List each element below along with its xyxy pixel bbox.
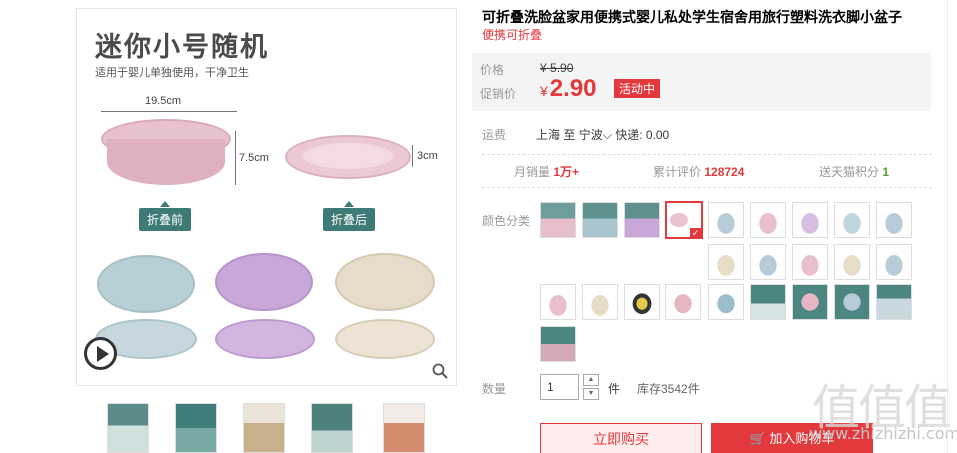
main-product-image[interactable]: 迷你小号随机 适用于婴儿单独使用，干净卫生 19.5cm 7.5cm 3cm 折…: [76, 8, 457, 386]
promo-price: ¥2.90: [540, 75, 597, 103]
cart-icon: 🛒: [749, 431, 766, 446]
purple-bowl-folded: [215, 319, 315, 359]
quantity-decrease-button[interactable]: ▼: [583, 388, 599, 400]
color-swatch[interactable]: [834, 244, 870, 280]
color-swatch[interactable]: [834, 284, 870, 320]
folded-dimension-label: 3cm: [417, 150, 438, 162]
color-swatch[interactable]: [624, 284, 660, 320]
color-swatch[interactable]: [708, 284, 744, 320]
color-swatch[interactable]: [792, 244, 828, 280]
promo-status-badge: 活动中: [614, 79, 661, 98]
stats-bottom-divider: [482, 187, 932, 188]
tmall-points-value: 1: [882, 165, 890, 179]
image-subtitle: 适用于婴儿单独使用，干净卫生: [95, 67, 249, 79]
quantity-label: 数量: [482, 382, 507, 396]
chevron-down-icon: ⌵: [602, 128, 612, 142]
original-price: ¥ 5.90: [540, 61, 573, 75]
ship-destination: 宁波: [578, 128, 603, 142]
pink-bowl-folded-inner: [303, 143, 393, 169]
color-swatch[interactable]: [708, 202, 744, 238]
stats-row: 月销量 1万+ 累计评价 128724 送天猫积分 1: [482, 163, 932, 181]
review-count-label: 累计评价: [653, 165, 702, 179]
color-swatch[interactable]: [750, 244, 786, 280]
ship-from: 上海: [536, 128, 561, 142]
review-count-value: 128724: [704, 165, 745, 179]
color-swatch[interactable]: [624, 202, 660, 238]
promo-price-row: 促销价 ¥2.90: [480, 75, 597, 102]
folded-dimension-line: [412, 145, 413, 167]
ship-to-word: 至: [563, 128, 576, 142]
color-swatch[interactable]: [750, 202, 786, 238]
color-label: 颜色分类: [482, 214, 531, 228]
stats-top-divider: [482, 154, 932, 155]
original-price-row: 价格 ¥ 5.90: [480, 61, 573, 78]
promo-price-currency: ¥: [540, 83, 548, 99]
ship-express: 快递: 0.00: [615, 128, 670, 142]
color-swatch[interactable]: [876, 202, 912, 238]
price-box: 价格 ¥ 5.90 促销价 ¥2.90 活动中: [472, 53, 931, 111]
color-swatch[interactable]: [792, 202, 828, 238]
color-swatch[interactable]: [540, 202, 576, 238]
color-swatch[interactable]: [792, 284, 828, 320]
beige-bowl-folded: [335, 319, 435, 359]
color-swatch[interactable]: [540, 284, 576, 320]
purple-bowl: [215, 253, 313, 311]
page-right-border: [947, 0, 948, 453]
height-dimension-line: [235, 131, 236, 185]
ship-destination-select[interactable]: 宁波⌵: [579, 128, 612, 142]
monthly-sales: 月销量 1万+: [514, 163, 579, 180]
width-dimension-label: 19.5cm: [145, 95, 182, 107]
stock-count: 库存3542件: [637, 382, 700, 396]
monthly-sales-value: 1万+: [553, 165, 580, 179]
product-subtitle: 便携可折叠: [482, 28, 543, 42]
blue-bowl: [97, 255, 195, 313]
image-title: 迷你小号随机: [95, 32, 269, 62]
play-video-icon[interactable]: [84, 337, 117, 370]
shipping-row: 运费 上海 至 宁波⌵ 快递: 0.00: [482, 126, 932, 143]
original-price-label: 价格: [480, 63, 505, 77]
quantity-input[interactable]: [540, 374, 579, 400]
site-watermark: 值值值 www.zhizhizhi.com: [809, 368, 957, 453]
thumbnail-3[interactable]: [243, 403, 285, 453]
tmall-points-label: 送天猫积分: [819, 165, 880, 179]
original-price-currency: ¥: [540, 61, 547, 75]
quantity-increase-button[interactable]: ▲: [583, 374, 599, 386]
thumbnail-2[interactable]: [175, 403, 217, 453]
review-count[interactable]: 累计评价 128724: [653, 163, 744, 180]
thumbnail-4[interactable]: [311, 403, 353, 453]
original-price-value: 5.90: [550, 61, 574, 75]
color-swatch[interactable]: [708, 244, 744, 280]
tmall-points: 送天猫积分 1: [819, 163, 889, 180]
tag-after-fold: 折叠后: [323, 201, 376, 231]
color-swatch[interactable]: [750, 284, 786, 320]
promo-price-label: 促销价: [480, 87, 517, 101]
color-swatch-selected[interactable]: [665, 201, 703, 239]
shipping-value: 上海 至 宁波⌵ 快递: 0.00: [536, 126, 669, 143]
color-swatch[interactable]: [582, 284, 618, 320]
product-title: 可折叠洗脸盆家用便携式婴儿私处学生宿舍用旅行塑料洗衣脚小盆子: [482, 9, 902, 25]
promo-price-value: 2.90: [549, 75, 597, 102]
color-swatch[interactable]: [540, 326, 576, 362]
color-swatch[interactable]: [876, 244, 912, 280]
width-dimension-line: [101, 111, 237, 112]
thumbnail-1[interactable]: [107, 403, 149, 453]
color-swatch[interactable]: [665, 284, 701, 320]
thumbnail-strip: [107, 403, 437, 453]
watermark-url: www.zhizhizhi.com: [809, 424, 957, 443]
zoom-icon[interactable]: [432, 363, 448, 379]
height-dimension-label: 7.5cm: [239, 152, 269, 164]
shipping-label: 运费: [482, 128, 507, 142]
color-swatch[interactable]: [876, 284, 912, 320]
color-swatch[interactable]: [582, 202, 618, 238]
beige-bowl: [335, 253, 435, 311]
buy-now-button[interactable]: 立即购买: [540, 423, 702, 453]
thumbnail-5[interactable]: [383, 403, 425, 453]
monthly-sales-label: 月销量: [514, 165, 551, 179]
tag-before-fold: 折叠前: [139, 201, 192, 231]
color-swatch[interactable]: [834, 202, 870, 238]
quantity-unit: 件: [608, 382, 621, 396]
pink-bowl-body: [107, 139, 225, 185]
